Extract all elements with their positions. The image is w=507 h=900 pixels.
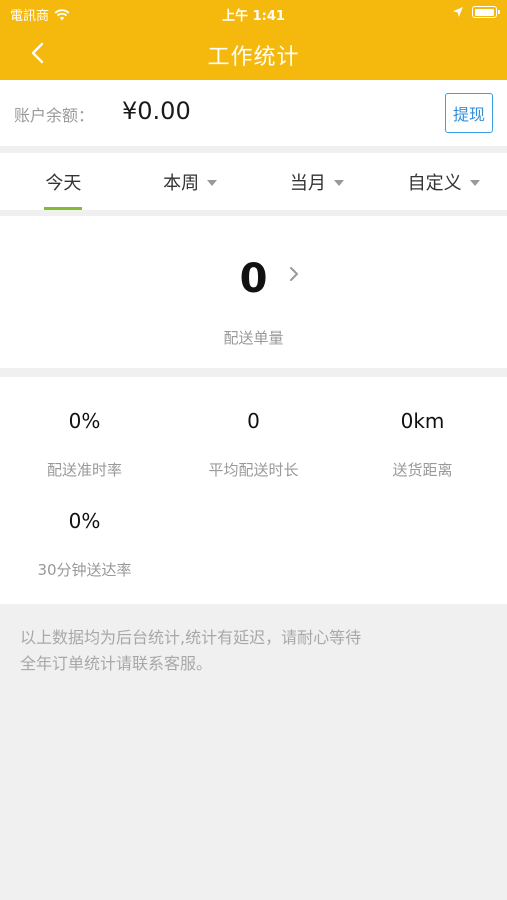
metric-label: 平均配送时长 — [208, 461, 299, 479]
metric-label: 送货距离 — [392, 461, 453, 479]
metric-on-time-rate: 0% 配送准时率 — [0, 409, 169, 480]
delivery-count-value: 0 — [239, 256, 268, 302]
page-title: 工作统计 — [207, 45, 300, 70]
dropdown-arrow-icon — [469, 179, 480, 186]
tab-label: 本周 — [163, 172, 200, 194]
dropdown-arrow-icon — [333, 179, 344, 186]
status-time: 上午 1:41 — [222, 9, 285, 24]
metric-delivery-distance: 0km 送货距离 — [338, 409, 507, 480]
metric-value: 0km — [400, 409, 445, 433]
header: 電訊商 上午 1:41 工作统计 — [0, 0, 507, 80]
tab-today[interactable]: 今天 — [0, 153, 127, 210]
notice-line-1: 以上数据均为后台统计,统计有延迟，请耐心等待 — [20, 628, 362, 647]
metric-label: 配送准时率 — [46, 461, 122, 479]
delivery-count-panel[interactable]: 0 配送单量 — [0, 216, 507, 368]
metric-value: 0% — [68, 509, 101, 533]
location-arrow-icon — [453, 7, 463, 17]
nav-bar: 工作统计 — [0, 26, 507, 80]
balance-bar: 账户余额： ¥0.00 提现 — [0, 80, 507, 146]
tab-this-week[interactable]: 本周 — [127, 153, 254, 210]
metric-value: 0% — [68, 409, 101, 433]
status-right — [452, 6, 500, 18]
delivery-count-label: 配送单量 — [223, 329, 284, 347]
dropdown-arrow-icon — [207, 179, 218, 186]
withdraw-button[interactable]: 提现 — [445, 93, 493, 133]
metric-value: 0 — [247, 409, 260, 433]
status-bar: 電訊商 上午 1:41 — [0, 0, 507, 26]
metric-30min-rate: 0% 30分钟送达率 — [0, 509, 169, 580]
balance-label: 账户余额： — [14, 106, 95, 125]
period-tabs: 今天 本周 当月 自定义 — [0, 153, 507, 210]
battery-icon — [472, 6, 500, 18]
tab-label: 自定义 — [407, 172, 462, 194]
tab-this-month[interactable]: 当月 — [254, 153, 381, 210]
notice-text: 以上数据均为后台统计,统计有延迟，请耐心等待 全年订单统计请联系客服。 — [20, 625, 361, 677]
tab-custom[interactable]: 自定义 — [380, 153, 507, 210]
active-tab-indicator — [44, 207, 83, 210]
notice-line-2: 全年订单统计请联系客服。 — [20, 654, 213, 673]
tab-label: 今天 — [45, 172, 82, 194]
metric-avg-delivery-time: 0 平均配送时长 — [169, 409, 338, 480]
chevron-right-icon[interactable] — [288, 265, 300, 283]
metrics-panel: 0% 配送准时率 0 平均配送时长 0km 送货距离 0% 30分钟送达率 — [0, 377, 507, 604]
balance-value: ¥0.00 — [122, 97, 191, 125]
metric-label: 30分钟送达率 — [37, 561, 132, 579]
tab-label: 当月 — [289, 172, 326, 194]
